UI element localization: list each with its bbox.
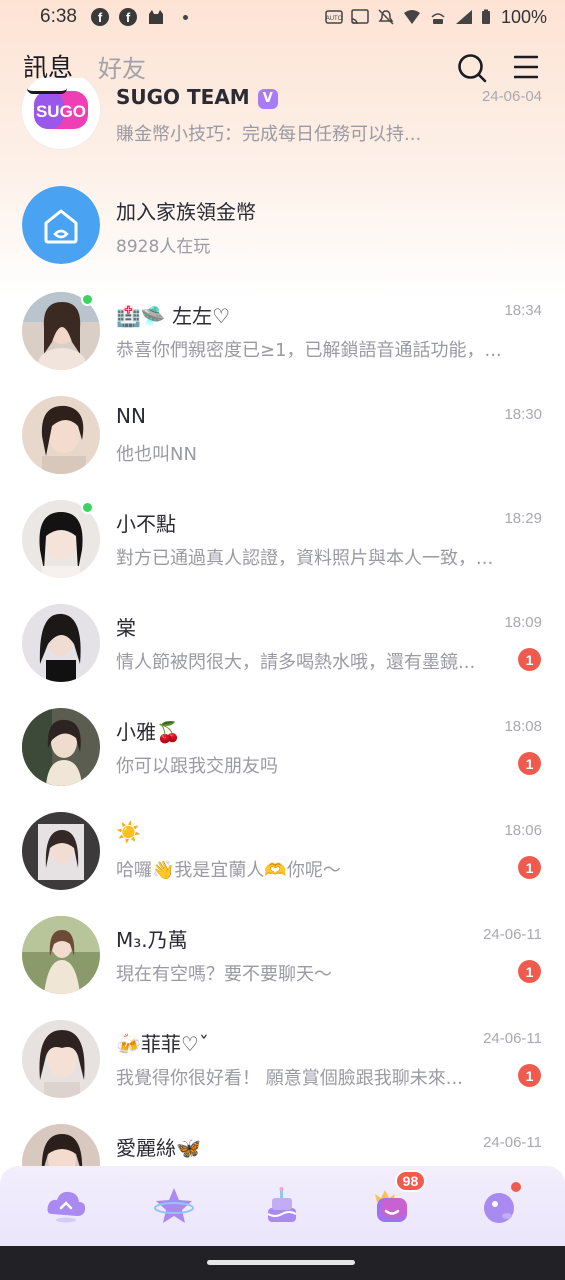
avatar [22,1020,100,1098]
conversation-time: 24-06-11 [483,1134,542,1151]
unread-badge: 1 [518,960,541,983]
conversation-item[interactable]: 小雅🍒 18:08 你可以跟我交朋友吗 1 [0,692,565,796]
conversation-time: 18:09 [504,614,542,631]
conversation-name: 棠 [116,616,136,640]
avatar [22,604,100,682]
unread-badge: 1 [518,648,541,671]
top-nav: 訊息 好友 [0,40,565,96]
online-indicator [81,293,94,306]
conversation-item[interactable]: 小不點 18:29 對方已通過真人認證，資料照片與本人一致，... [0,484,565,588]
nav-messages[interactable]: 98 [361,1170,427,1236]
tab-friends[interactable]: 好友 [98,49,146,84]
tab-active-indicator [27,88,67,94]
avatar [22,812,100,890]
volte-icon [431,13,445,24]
messages-badge: 98 [394,1170,427,1192]
conversation-name: NN [116,404,146,428]
avatar [22,708,100,786]
conversation-item[interactable]: M₃.乃萬 24-06-11 現在有空嗎？要不要聊天〜 1 [0,900,565,1004]
conversation-name: ☀️ [116,820,141,844]
facebook-icon: f [90,8,109,26]
facebook-icon: f [118,8,137,26]
nav-party[interactable] [252,1176,312,1236]
conversation-preview: 我覺得你很好看！ 願意賞個臉跟我聊未來... [116,1068,463,1089]
conversation-preview: 賺金幣小技巧：完成每日任務可以持... [116,124,422,145]
nfc-icon: AUTO [325,10,343,24]
wifi-icon [403,10,420,24]
star-planet-icon [154,1188,195,1223]
status-right-icons: AUTO 100% [325,7,547,28]
svg-text:AUTO: AUTO [326,16,343,22]
conversation-time: 18:30 [504,406,542,423]
avatar [22,1124,100,1166]
conversation-time: 18:08 [504,718,542,735]
conversation-item-family[interactable]: 加入家族領金幣 8928人在玩 [0,172,565,276]
conversation-preview: 他也叫NN [116,444,197,465]
gesture-bar [0,1246,565,1280]
conversation-preview: 現在有空嗎？要不要聊天〜 [116,964,332,985]
cast-icon [351,9,369,25]
conversation-name: 愛麗絲🦋 [116,1136,201,1160]
conversation-item[interactable]: 愛麗絲🦋 24-06-11 [0,1108,565,1166]
conversation-name: 🏥🛸 左左♡ [116,304,231,328]
conversation-item[interactable]: 🏥🛸 左左♡ 18:34 恭喜你們親密度已≥1，已解鎖語音通話功能，... [0,276,565,380]
svg-text:SUGO: SUGO [36,102,86,121]
mute-icon [378,9,394,25]
nav-profile[interactable] [469,1176,529,1236]
conversation-item[interactable]: ☀️ 18:06 哈囉👋我是宜蘭人🫶你呢〜 1 [0,796,565,900]
nav-home[interactable] [36,1176,96,1236]
conversation-name: M₃.乃萬 [116,928,188,952]
conversation-name: 🍻菲菲♡ˇ [116,1032,209,1056]
conversation-name: 加入家族領金幣 [116,200,256,224]
conversation-name: 小不點 [116,512,176,536]
status-time: 6:38 [40,6,77,27]
battery-text: 100% [500,6,547,27]
family-house-icon [22,186,100,264]
dot-icon [182,14,188,20]
conversation-time: 18:06 [504,822,542,839]
conversation-time: 18:29 [504,510,542,527]
home-gesture-pill[interactable] [207,1260,355,1265]
conversation-preview: 你可以跟我交朋友吗 [116,756,278,777]
conversation-time: 24-06-11 [483,926,542,943]
conversation-item[interactable]: 棠 18:09 情人節被閃很大，請多喝熱水哦，還有墨鏡... 1 [0,588,565,692]
unread-badge: 1 [518,856,541,879]
search-icon[interactable] [456,52,488,84]
conversation-list[interactable]: SUGO SUGO TEAM V 24-06-04 賺金幣小技巧：完成每日任務可以… [0,78,565,1166]
conversation-preview: 哈囉👋我是宜蘭人🫶你呢〜 [116,860,341,881]
cat-app-icon [148,10,163,24]
conversation-item[interactable]: 🍻菲菲♡ˇ 24-06-11 我覺得你很好看！ 願意賞個臉跟我聊未來... 1 [0,1004,565,1108]
battery-icon [481,9,490,24]
conversation-name: 小雅🍒 [116,720,181,744]
conversation-preview: 情人節被閃很大，請多喝熱水哦，還有墨鏡... [116,652,476,673]
bottom-nav: 98 [0,1166,565,1246]
tab-messages[interactable]: 訊息 [23,48,73,84]
nav-explore[interactable] [144,1176,204,1236]
home-cloud-icon [47,1191,86,1223]
family-avatar [22,186,100,264]
conversation-preview: 恭喜你們親密度已≥1，已解鎖語音通話功能，... [116,340,502,361]
status-bar: 6:38 f f AUTO 100% [0,0,565,34]
avatar [22,396,100,474]
avatar [22,916,100,994]
conversation-time: 24-06-11 [483,1030,542,1047]
signal-icon [455,10,472,24]
online-indicator [81,501,94,514]
conversation-preview: 對方已通過真人認證，資料照片與本人一致，... [116,548,494,569]
conversation-item[interactable]: NN 18:30 他也叫NN [0,380,565,484]
conversation-preview: 8928人在玩 [116,237,211,257]
conversation-time: 18:34 [504,302,542,319]
profile-notification-dot [510,1182,521,1192]
unread-badge: 1 [518,752,541,775]
cake-icon [267,1187,297,1222]
status-left-icons: f f [90,8,188,26]
unread-badge: 1 [518,1064,541,1087]
menu-icon[interactable] [514,54,538,80]
